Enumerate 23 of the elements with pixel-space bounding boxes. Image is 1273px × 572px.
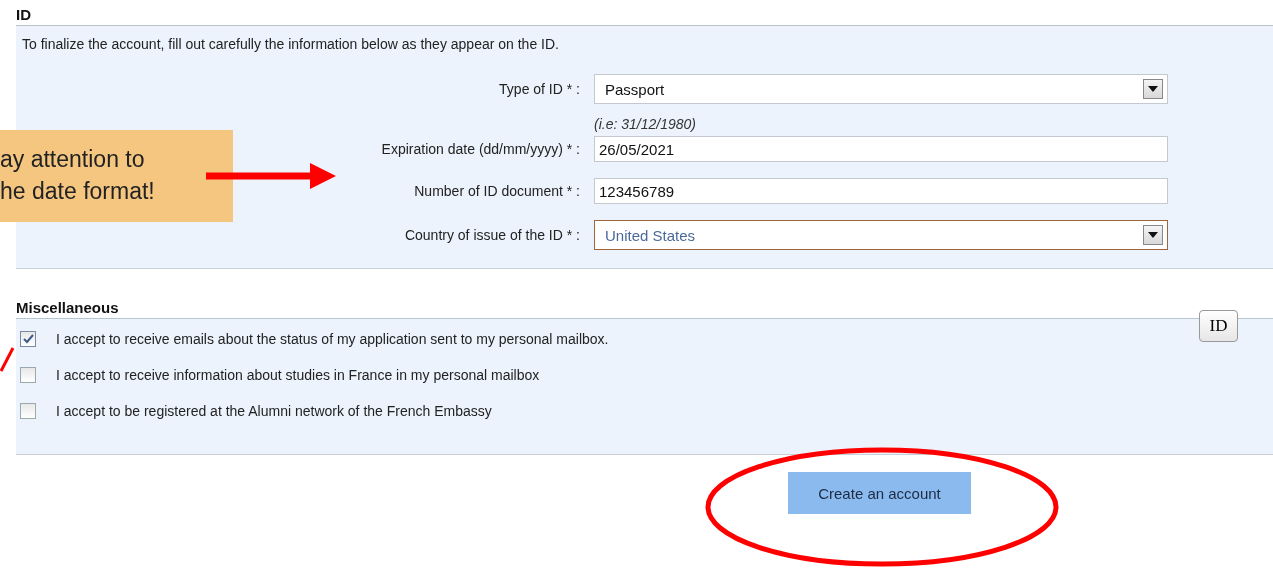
dropdown[interactable]: Passport <box>594 74 1168 104</box>
create-account-button[interactable]: Create an account <box>788 472 971 514</box>
section-heading: ID <box>15 5 32 25</box>
checkbox[interactable] <box>20 331 36 347</box>
field-label: Number of ID document * : <box>414 183 580 199</box>
callout-note: ay attention to he date format! <box>0 130 233 222</box>
caret-icon <box>1148 86 1158 92</box>
id-button[interactable]: ID <box>1199 310 1238 342</box>
field-label: Country of issue of the ID * : <box>404 227 580 243</box>
checkbox[interactable] <box>20 367 36 383</box>
field-label: Type of ID * : <box>499 81 580 97</box>
input-field[interactable]: 123456789 <box>594 178 1168 204</box>
input-field[interactable]: 26/05/2021 <box>594 136 1168 162</box>
dropdown[interactable]: United States <box>594 220 1168 250</box>
field-label: Expiration date (dd/mm/yyyy) * : <box>381 141 580 157</box>
format-hint: (i.e: 31/12/1980) <box>594 115 697 134</box>
instructions: To finalize the account, fill out carefully the information below as they appear on the ID. <box>22 36 559 52</box>
checkbox[interactable] <box>20 403 36 419</box>
checkbox-label: I accept to be registered at the Alumni network of the French Embassy <box>56 403 492 419</box>
section-heading: Miscellaneous <box>15 298 119 318</box>
caret-icon <box>1148 232 1158 238</box>
checkbox-label: I accept to receive emails about the status of my application sent to my personal mailbox. <box>56 331 609 347</box>
checkbox-label: I accept to receive information about studies in France in my personal mailbox <box>56 367 540 383</box>
